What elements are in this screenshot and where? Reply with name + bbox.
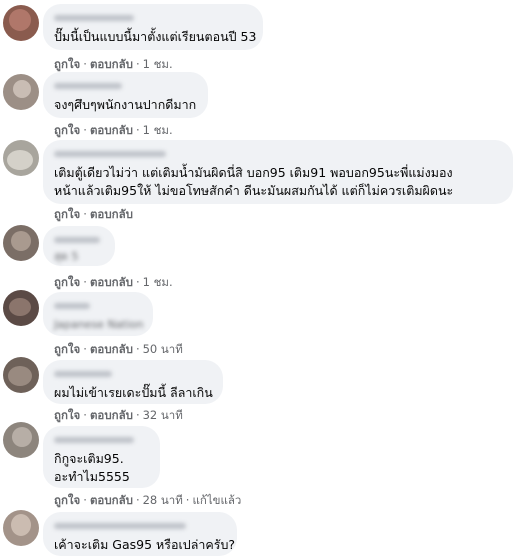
reply-button[interactable]: ตอบกลับ	[90, 493, 133, 507]
comment-author[interactable]	[54, 300, 141, 312]
comment-text: กิกูจะเติม95.	[54, 451, 124, 466]
reply-button[interactable]: ตอบกลับ	[90, 408, 133, 422]
comment-text: หน้าแล้วเติม95ให้ ไม่ขอโทษสักคำ ดีนะมันผ…	[54, 183, 454, 198]
avatar[interactable]	[3, 140, 39, 176]
avatar[interactable]	[3, 225, 39, 261]
avatar[interactable]	[3, 422, 39, 458]
separator: ·	[135, 408, 140, 422]
comment-text: อะทำไม5555	[54, 469, 130, 484]
edited-label[interactable]: แก้ไขแล้ว	[192, 493, 241, 507]
comment-text: จงๆศึบๆพนักงานปากดีมาก	[54, 97, 197, 112]
separator: ·	[135, 57, 140, 71]
separator: ·	[135, 275, 140, 289]
comment-timestamp[interactable]: 1 ชม.	[143, 57, 173, 71]
comment-actions: ถูกใจ · ตอบกลับ · 28 นาที · แก้ไขแล้ว	[54, 492, 241, 510]
reply-button[interactable]: ตอบกลับ	[90, 342, 133, 356]
separator: ·	[135, 493, 140, 507]
avatar[interactable]	[3, 357, 39, 393]
comment-author[interactable]	[54, 148, 501, 160]
comment-text: เค้าจะเติม Gas95 หรือเปล่าครับ?	[54, 537, 236, 552]
separator: ·	[135, 123, 140, 137]
comment-bubble: กิกูจะเติม95. อะทำไม5555	[43, 426, 160, 488]
comment-timestamp[interactable]: 1 ชม.	[143, 275, 173, 289]
comment-text: สุด 5	[54, 250, 79, 263]
comment-text: ผมไม่เข้าเรยเดะปั๊มนี้ ลีลาเกิน	[54, 385, 213, 400]
comment-text: ปั๊มนี้เป็นแบบนี้มาตั้งแต่เรียนตอนปี 53	[54, 29, 257, 44]
separator: ·	[83, 207, 87, 221]
like-button[interactable]: ถูกใจ	[54, 493, 80, 507]
comment-timestamp[interactable]: 28 นาที	[143, 493, 183, 507]
separator: ·	[83, 123, 87, 137]
like-button[interactable]: ถูกใจ	[54, 342, 80, 356]
like-button[interactable]: ถูกใจ	[54, 408, 80, 422]
reply-button[interactable]: ตอบกลับ	[90, 57, 133, 71]
comment-actions: ถูกใจ · ตอบกลับ · 50 นาที	[54, 341, 183, 359]
comment-text: เติมตู้เดียวไม่ว่า แต่เติมน้ำมันผิดนี่สิ…	[54, 165, 453, 180]
comment-bubble: ปั๊มนี้เป็นแบบนี้มาตั้งแต่เรียนตอนปี 53	[43, 4, 263, 50]
comment-bubble: สุด 5	[43, 226, 115, 266]
comment-author[interactable]	[54, 80, 196, 92]
comment-author[interactable]	[54, 12, 251, 24]
comment-timestamp[interactable]: 50 นาที	[143, 342, 183, 356]
comment-bubble: Japanese Nation	[43, 292, 153, 336]
separator: ·	[83, 493, 87, 507]
reply-button[interactable]: ตอบกลับ	[90, 275, 133, 289]
comment-text: Japanese Nation	[54, 318, 144, 331]
like-button[interactable]: ถูกใจ	[54, 57, 80, 71]
comment-bubble: ผมไม่เข้าเรยเดะปั๊มนี้ ลีลาเกิน	[43, 360, 223, 404]
comment-timestamp[interactable]: 1 ชม.	[143, 123, 173, 137]
comment-thread: { "actions": { "like_label": "ถูกใจ", "r…	[0, 0, 528, 557]
like-button[interactable]: ถูกใจ	[54, 123, 80, 137]
comment-actions: ถูกใจ · ตอบกลับ · 1 ชม.	[54, 122, 173, 140]
separator: ·	[83, 57, 87, 71]
separator: ·	[83, 275, 87, 289]
comment-bubble: เติมตู้เดียวไม่ว่า แต่เติมน้ำมันผิดนี่สิ…	[43, 140, 513, 204]
separator: ·	[83, 342, 87, 356]
avatar[interactable]	[3, 74, 39, 110]
comment-bubble: เค้าจะเติม Gas95 หรือเปล่าครับ?	[43, 512, 237, 556]
avatar[interactable]	[3, 510, 39, 546]
like-button[interactable]: ถูกใจ	[54, 207, 80, 221]
separator: ·	[83, 408, 87, 422]
comment-actions: ถูกใจ · ตอบกลับ · 1 ชม.	[54, 274, 173, 292]
comment-bubble: จงๆศึบๆพนักงานปากดีมาก	[43, 72, 208, 118]
comment-author[interactable]	[54, 368, 211, 380]
separator: ·	[135, 342, 140, 356]
avatar[interactable]	[3, 5, 39, 41]
comment-author[interactable]	[54, 234, 103, 246]
avatar[interactable]	[3, 290, 39, 326]
comment-actions: ถูกใจ · ตอบกลับ	[54, 206, 133, 224]
comment-actions: ถูกใจ · ตอบกลับ · 32 นาที	[54, 407, 183, 425]
comment-author[interactable]	[54, 434, 148, 446]
reply-button[interactable]: ตอบกลับ	[90, 207, 133, 221]
reply-button[interactable]: ตอบกลับ	[90, 123, 133, 137]
like-button[interactable]: ถูกใจ	[54, 275, 80, 289]
separator: ·	[185, 493, 190, 507]
comment-author[interactable]	[54, 520, 225, 532]
comment-timestamp[interactable]: 32 นาที	[143, 408, 183, 422]
